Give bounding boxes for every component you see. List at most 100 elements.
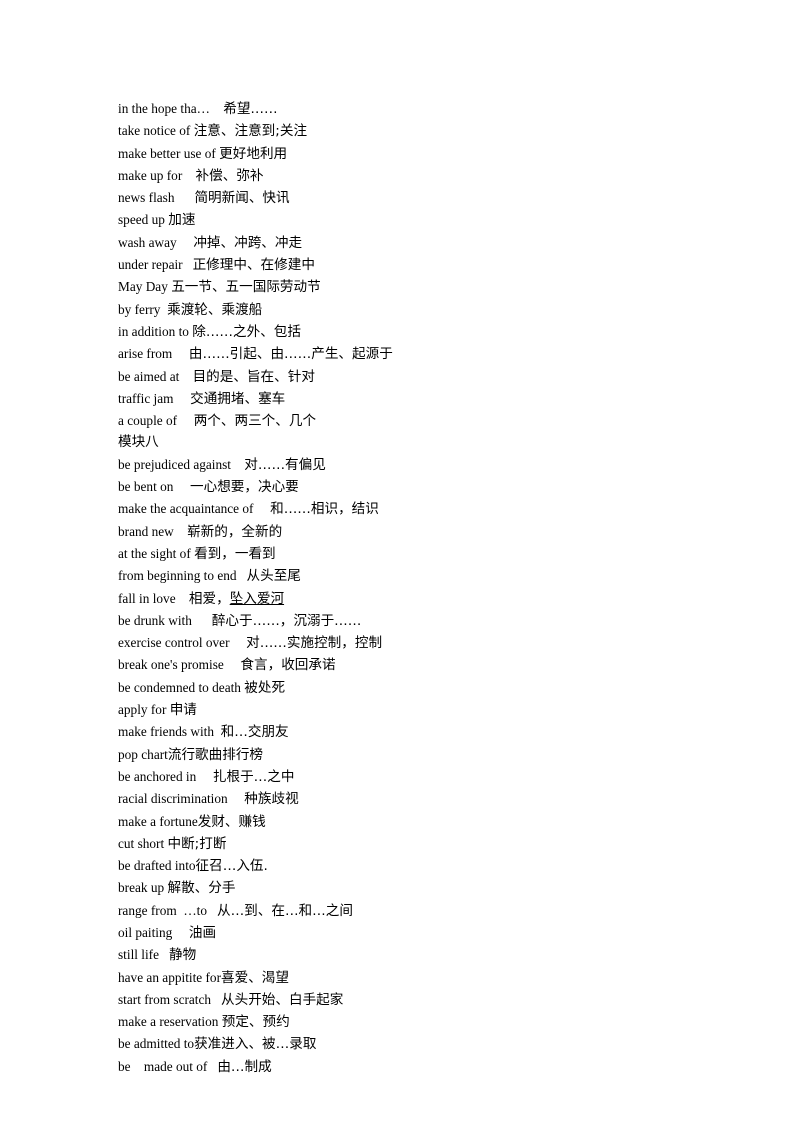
- phrase-chinese: 从…到、在…和…之间: [216, 902, 353, 919]
- phrase-entry: exercise control over 对……实施控制，控制: [118, 632, 718, 654]
- phrase-gap: [231, 457, 244, 472]
- phrase-english: be condemned to death: [118, 679, 241, 695]
- phrase-entry: take notice of 注意、注意到;关注: [118, 120, 718, 142]
- phrase-chinese: 申请: [169, 702, 197, 719]
- phrase-chinese: 预定、预约: [221, 1014, 290, 1031]
- phrase-entry: at the sight of 看到，一看到: [118, 543, 718, 565]
- phrase-chinese: 两个、两三个、几个: [193, 413, 317, 430]
- document-page: in the hope tha… 希望…… take notice of 注意、注…: [0, 0, 794, 1123]
- phrase-entry: racial discrimination 种族歧视: [118, 788, 718, 810]
- phrase-gap: [172, 346, 189, 361]
- phrase-gap: [196, 769, 213, 784]
- phrase-chinese: 由……引起、由……产生、起源于: [188, 346, 393, 363]
- phrase-english: in addition to: [118, 323, 189, 339]
- phrase-english: May Day: [118, 279, 168, 295]
- phrase-gap: [228, 791, 245, 806]
- phrase-english: make friends with: [118, 724, 215, 740]
- phrase-gap: [237, 568, 247, 583]
- phrase-english: pop chart: [118, 746, 168, 762]
- phrase-chinese: 简明新闻、快讯: [194, 190, 290, 207]
- phrase-english: racial discrimination: [118, 791, 228, 807]
- phrase-gap: [177, 235, 194, 250]
- phrase-entry: have an appitite for喜爱、渴望: [118, 967, 718, 989]
- phrase-chinese: 种族歧视: [244, 791, 299, 808]
- phrase-english: break up: [118, 880, 165, 896]
- phrase-english: take notice of: [118, 123, 191, 139]
- phrase-entry: be aimed at 目的是、旨在、针对: [118, 366, 718, 388]
- phrase-entry: be drunk with 醉心于……，沉溺于……: [118, 610, 718, 632]
- phrase-chinese: 和……相识，结识: [270, 501, 379, 518]
- phrase-entry: be anchored in 扎根于…之中: [118, 766, 718, 788]
- phrase-entry: fall in love 相爱，坠入爱河: [118, 588, 718, 610]
- phrase-chinese: 从头开始、白手起家: [221, 991, 344, 1008]
- phrase-entry: apply for 申请: [118, 699, 718, 721]
- phrase-english: be drafted into: [118, 858, 196, 874]
- phrase-english: range from …to: [118, 902, 207, 918]
- phrase-gap: [174, 391, 191, 406]
- section-heading-label: 模块八: [118, 434, 159, 451]
- phrase-chinese: 静物: [168, 947, 197, 964]
- phrase-english: news flash: [118, 190, 175, 206]
- phrase-entry: break one's promise 食言，收回承诺: [118, 654, 718, 676]
- phrase-list: in the hope tha… 希望…… take notice of 注意、注…: [118, 98, 718, 1078]
- phrase-entry: wash away 冲掉、冲跨、冲走: [118, 232, 718, 254]
- phrase-english: be anchored in: [118, 768, 197, 784]
- phrase-english: be made out of: [118, 1058, 208, 1074]
- phrase-english: break one's promise: [118, 657, 224, 673]
- phrase-entry: range from …to 从…到、在…和…之间: [118, 900, 718, 922]
- phrase-gap: [192, 613, 212, 628]
- phrase-gap: [214, 724, 221, 739]
- phrase-entry: a couple of 两个、两三个、几个: [118, 410, 718, 432]
- phrase-english: under repair: [118, 257, 183, 273]
- phrase-english: still life: [118, 947, 159, 963]
- phrase-english: in the hope tha…: [118, 101, 210, 116]
- phrase-chinese: 解散、分手: [167, 880, 236, 897]
- phrase-english: at the sight of: [118, 545, 191, 561]
- phrase-entry: make a fortune发财、赚钱: [118, 811, 718, 833]
- phrase-entry: in the hope tha… 希望……: [118, 98, 718, 120]
- phrase-chinese: 对……实施控制，控制: [246, 635, 383, 652]
- phrase-entry: arise from 由……引起、由……产生、起源于: [118, 343, 718, 365]
- phrase-chinese: 注意、注意到;关注: [193, 123, 308, 140]
- section-heading: 模块八: [118, 432, 718, 453]
- phrase-english: start from scratch: [118, 991, 212, 1007]
- phrase-english: fall in love: [118, 590, 176, 606]
- phrase-gap: [224, 657, 241, 672]
- phrase-english: from beginning to end: [118, 568, 237, 584]
- phrase-chinese: 正修理中、在修建中: [192, 257, 315, 274]
- phrase-chinese: 补偿、弥补: [195, 167, 264, 184]
- phrase-chinese: 中断;打断: [167, 835, 227, 852]
- phrase-chinese: 目的是、旨在、针对: [192, 368, 315, 385]
- phrase-entry: make the acquaintance of 和……相识，结识: [118, 498, 718, 520]
- phrase-chinese: 希望……: [223, 101, 278, 117]
- phrase-chinese: 交通拥堵、塞车: [190, 390, 286, 407]
- phrase-english: exercise control over: [118, 635, 230, 651]
- phrase-chinese: 喜爱、渴望: [221, 969, 289, 986]
- phrase-entry: be admitted to获准进入、被…录取: [118, 1033, 718, 1055]
- phrase-chinese: 更好地利用: [219, 145, 288, 162]
- phrase-english: be aimed at: [118, 368, 180, 384]
- phrase-gap: [177, 413, 194, 428]
- phrase-chinese-underlined: 坠入爱河: [229, 590, 285, 607]
- phrase-gap: [211, 992, 221, 1007]
- phrase-english: make better use of: [118, 145, 216, 161]
- phrase-english: make a fortune: [118, 813, 198, 829]
- phrase-chinese: 油画: [188, 924, 217, 941]
- phrase-gap: [159, 947, 169, 962]
- phrase-entry: in addition to 除……之外、包括: [118, 321, 718, 343]
- phrase-gap: [172, 925, 189, 940]
- phrase-english: arise from: [118, 346, 173, 362]
- phrase-gap: [207, 1059, 217, 1074]
- phrase-gap: [173, 479, 190, 494]
- phrase-chinese: 相爱，: [188, 590, 230, 607]
- phrase-entry: under repair 正修理中、在修建中: [118, 254, 718, 276]
- phrase-chinese: 醉心于……，沉溺于……: [211, 612, 362, 629]
- phrase-chinese: 五一节、五一国际劳动节: [171, 279, 321, 296]
- phrase-entry: make up for 补偿、弥补: [118, 165, 718, 187]
- phrase-chinese: 被处死: [244, 679, 286, 696]
- phrase-english: make a reservation: [118, 1014, 219, 1030]
- phrase-chinese: 对……有偏见: [244, 456, 326, 473]
- phrase-english: make up for: [118, 167, 183, 183]
- phrase-entry: be made out of 由…制成: [118, 1056, 718, 1078]
- phrase-entry: be drafted into征召…入伍.: [118, 855, 718, 877]
